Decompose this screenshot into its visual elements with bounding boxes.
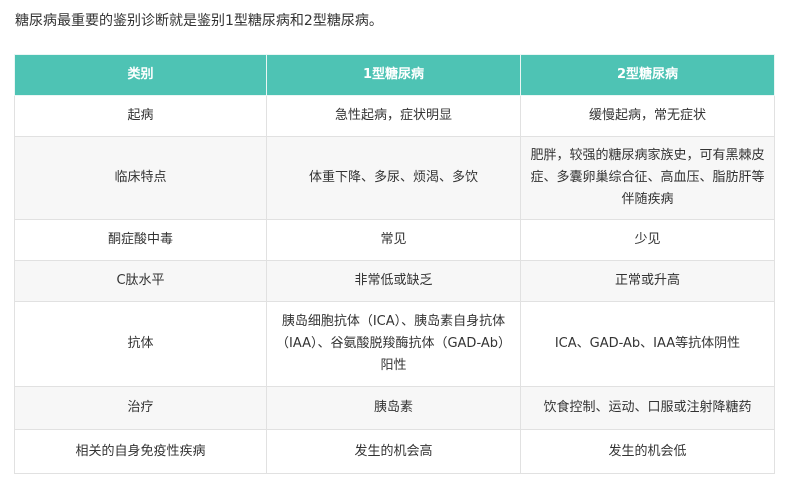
table-row: C肽水平 非常低或缺乏 正常或升高 (14, 260, 775, 302)
type2-cell: ICA、GAD-Ab、IAA等抗体阴性 (520, 301, 775, 387)
table-header-row: 类别 1型糖尿病 2型糖尿病 (14, 54, 775, 96)
type2-cell: 饮食控制、运动、口服或注射降糖药 (520, 386, 775, 430)
header-type1: 1型糖尿病 (266, 54, 521, 96)
diabetes-comparison-table: 类别 1型糖尿病 2型糖尿病 起病 急性起病，症状明显 缓慢起病，常无症状 临床… (14, 54, 775, 474)
header-type2: 2型糖尿病 (520, 54, 775, 96)
row-label: 起病 (14, 95, 267, 137)
table-row: 酮症酸中毒 常见 少见 (14, 219, 775, 261)
row-label: 临床特点 (14, 136, 267, 220)
type1-cell: 发生的机会高 (266, 429, 521, 474)
type2-cell: 少见 (520, 219, 775, 261)
intro-text: 糖尿病最重要的鉴别诊断就是鉴别1型糖尿病和2型糖尿病。 (15, 13, 383, 29)
row-label: 治疗 (14, 386, 267, 430)
table-row: 起病 急性起病，症状明显 缓慢起病，常无症状 (14, 95, 775, 137)
type2-cell: 发生的机会低 (520, 429, 775, 474)
type1-cell: 胰岛细胞抗体（ICA）、胰岛素自身抗体（IAA）、谷氨酸脱羧酶抗体（GAD-Ab… (266, 301, 521, 387)
row-label: 酮症酸中毒 (14, 219, 267, 261)
table-row: 抗体 胰岛细胞抗体（ICA）、胰岛素自身抗体（IAA）、谷氨酸脱羧酶抗体（GAD… (14, 301, 775, 387)
row-label: C肽水平 (14, 260, 267, 302)
table-row: 临床特点 体重下降、多尿、烦渴、多饮 肥胖，较强的糖尿病家族史，可有黑棘皮症、多… (14, 136, 775, 220)
type1-cell: 急性起病，症状明显 (266, 95, 521, 137)
type2-cell: 正常或升高 (520, 260, 775, 302)
type1-cell: 非常低或缺乏 (266, 260, 521, 302)
type1-cell: 体重下降、多尿、烦渴、多饮 (266, 136, 521, 220)
header-category: 类别 (14, 54, 267, 96)
row-label: 抗体 (14, 301, 267, 387)
table-row: 相关的自身免疫性疾病 发生的机会高 发生的机会低 (14, 429, 775, 474)
type2-cell: 缓慢起病，常无症状 (520, 95, 775, 137)
row-label: 相关的自身免疫性疾病 (14, 429, 267, 474)
type1-cell: 胰岛素 (266, 386, 521, 430)
type1-cell: 常见 (266, 219, 521, 261)
type2-cell: 肥胖，较强的糖尿病家族史，可有黑棘皮症、多囊卵巢综合征、高血压、脂肪肝等伴随疾病 (520, 136, 775, 220)
table-row: 治疗 胰岛素 饮食控制、运动、口服或注射降糖药 (14, 386, 775, 430)
